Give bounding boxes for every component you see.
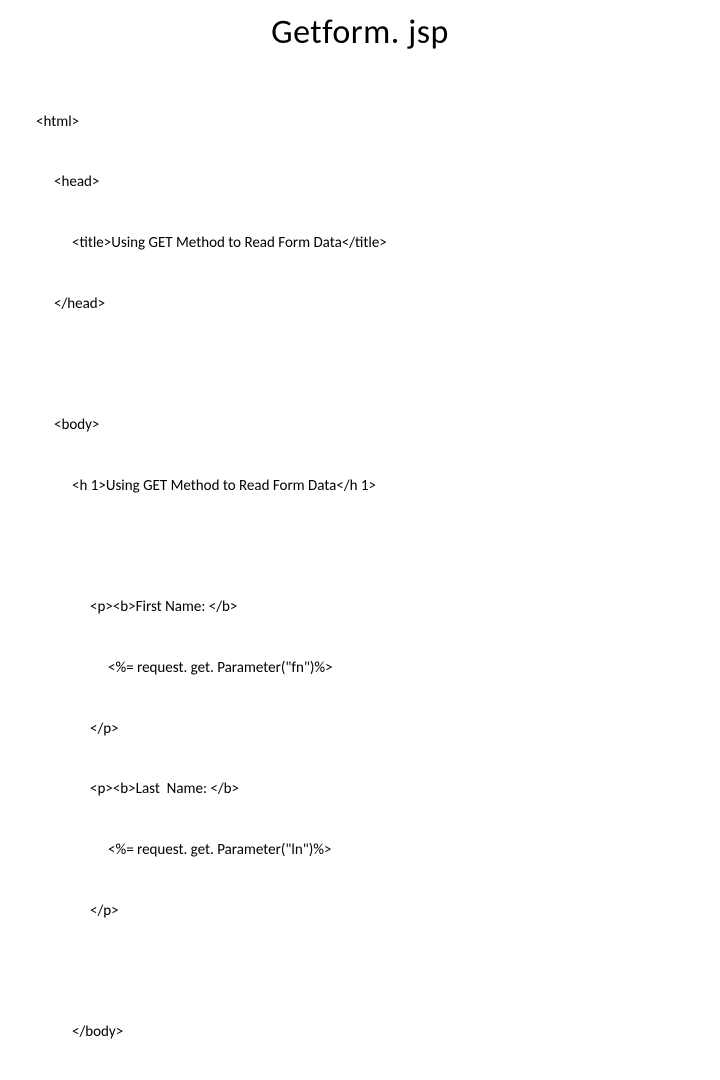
code-line: </p>	[36, 719, 684, 739]
code-block: <html> <head> <title>Using GET Method to…	[36, 71, 684, 1080]
slide: Getform. jsp <html> <head> <title>Using …	[0, 0, 720, 540]
code-line: <p><b>Last Name: </b>	[36, 779, 684, 799]
code-line: <h 1>Using GET Method to Read Form Data<…	[36, 476, 684, 496]
code-line: </p>	[36, 901, 684, 921]
code-line: </head>	[36, 294, 684, 314]
code-line: <p><b>First Name: </b>	[36, 597, 684, 617]
code-line: <%= request. get. Parameter("ln")%>	[36, 840, 684, 860]
blank-line	[36, 355, 684, 375]
slide-title: Getform. jsp	[36, 12, 684, 53]
code-line: <html>	[36, 112, 684, 132]
code-line: </body>	[36, 1022, 684, 1042]
code-line: <body>	[36, 415, 684, 435]
code-line: <title>Using GET Method to Read Form Dat…	[36, 233, 684, 253]
blank-line	[36, 962, 684, 982]
code-line: <head>	[36, 172, 684, 192]
code-line: <%= request. get. Parameter("fn")%>	[36, 658, 684, 678]
